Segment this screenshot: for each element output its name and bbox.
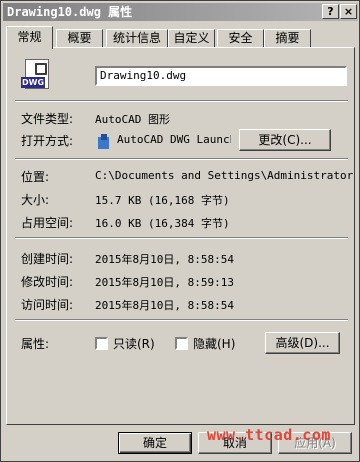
accessed-label: 访问时间: <box>21 298 74 312</box>
file-type-value: AutoCAD 图形 <box>95 113 170 126</box>
modified-value: 2015年8月10日, 8:59:13 <box>95 276 234 289</box>
modified-label: 修改时间: <box>21 275 74 289</box>
close-button[interactable]: × <box>340 4 357 19</box>
properties-window: Drawing10.dwg 属性 ? × 常规 概要 统计信息 自定义 安全 摘… <box>0 0 360 462</box>
divider <box>15 319 348 321</box>
change-button[interactable]: 更改(C)... <box>239 129 331 151</box>
dwg-file-icon: DWG <box>21 59 51 91</box>
created-value: 2015年8月10日, 8:58:54 <box>95 253 234 266</box>
opens-with-label: 打开方式: <box>21 134 74 148</box>
opens-with-value: AutoCAD DWG Launcher <box>117 133 231 146</box>
readonly-label[interactable]: 只读(R) <box>113 335 155 352</box>
readonly-checkbox[interactable] <box>95 337 108 350</box>
file-type-label: 文件类型: <box>21 112 74 126</box>
advanced-button[interactable]: 高级(D)... <box>265 332 340 354</box>
tab-custom[interactable]: 自定义 <box>168 29 215 48</box>
attributes-label: 属性: <box>21 337 50 351</box>
dwg-icon-label: DWG <box>21 77 45 88</box>
general-panel: DWG Drawing10.dwg 文件类型: AutoCAD 图形 打开方式:… <box>6 47 355 425</box>
size-on-disk-value: 16.0 KB (16,384 字节) <box>95 217 230 230</box>
divider <box>15 100 348 102</box>
tab-statistics[interactable]: 统计信息 <box>106 29 168 48</box>
size-value: 15.7 KB (16,168 字节) <box>95 194 230 207</box>
ok-button[interactable]: 确定 <box>118 432 192 454</box>
title-bar: Drawing10.dwg 属性 ? × <box>3 3 358 21</box>
location-label: 位置: <box>21 170 50 184</box>
tab-summary[interactable]: 概要 <box>56 29 103 48</box>
tab-general[interactable]: 常规 <box>6 26 53 49</box>
created-label: 创建时间: <box>21 252 74 266</box>
size-on-disk-label: 占用空间: <box>21 216 74 230</box>
site-watermark: www.ttcad.com <box>207 426 331 444</box>
hidden-checkbox[interactable] <box>175 337 188 350</box>
window-title: Drawing10.dwg 属性 <box>7 5 133 19</box>
divider <box>15 237 348 239</box>
tab-strip: 常规 概要 统计信息 自定义 安全 摘要 <box>6 26 356 49</box>
help-button[interactable]: ? <box>322 4 339 19</box>
tab-security[interactable]: 安全 <box>217 29 264 48</box>
size-label: 大小: <box>21 193 50 207</box>
autocad-launcher-icon <box>97 134 111 150</box>
tab-abstract[interactable]: 摘要 <box>264 29 311 48</box>
filename-input[interactable]: Drawing10.dwg <box>95 66 347 86</box>
accessed-value: 2015年8月10日, 8:58:54 <box>95 299 234 312</box>
location-value: C:\Documents and Settings\Administrator\… <box>95 169 353 182</box>
hidden-label[interactable]: 隐藏(H) <box>193 335 235 352</box>
divider <box>15 158 348 160</box>
